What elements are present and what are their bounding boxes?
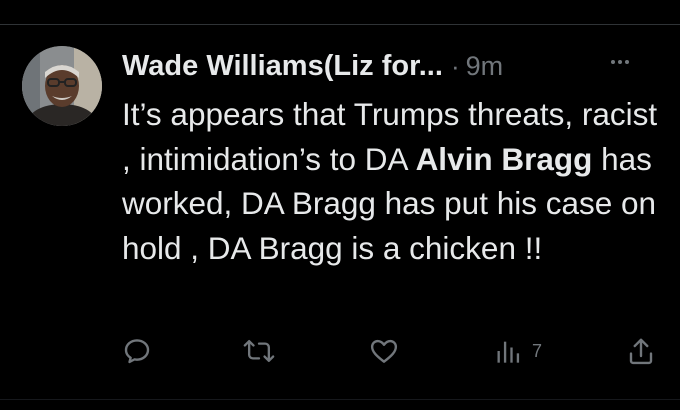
views-button[interactable]: 7	[494, 336, 542, 366]
retweet-button[interactable]	[243, 336, 275, 366]
share-button[interactable]	[626, 336, 656, 366]
more-horizontal-icon	[611, 60, 629, 64]
avatar[interactable]	[22, 46, 102, 126]
action-bar: 7	[0, 336, 680, 372]
retweet-icon	[243, 339, 275, 363]
reply-icon	[124, 339, 150, 364]
separator-dot: ·	[450, 50, 460, 81]
bottom-divider	[0, 399, 680, 400]
reply-button[interactable]	[122, 336, 152, 366]
analytics-icon	[497, 341, 520, 363]
top-divider	[0, 24, 680, 25]
mention-name: Alvin Bragg	[415, 140, 593, 177]
tweet-text: It’s appears that Trumps threats, racist…	[122, 92, 667, 270]
like-button[interactable]	[369, 336, 399, 366]
avatar-photo	[22, 46, 102, 126]
views-count: 7	[532, 340, 543, 361]
heart-icon	[370, 339, 398, 363]
timestamp[interactable]: 9m	[466, 51, 504, 82]
author-name[interactable]: Wade Williams(Liz for...	[122, 50, 443, 83]
tweet-header: Wade Williams(Liz for... · 9m	[122, 44, 660, 88]
share-icon	[629, 338, 653, 365]
more-options-button[interactable]	[608, 50, 632, 77]
